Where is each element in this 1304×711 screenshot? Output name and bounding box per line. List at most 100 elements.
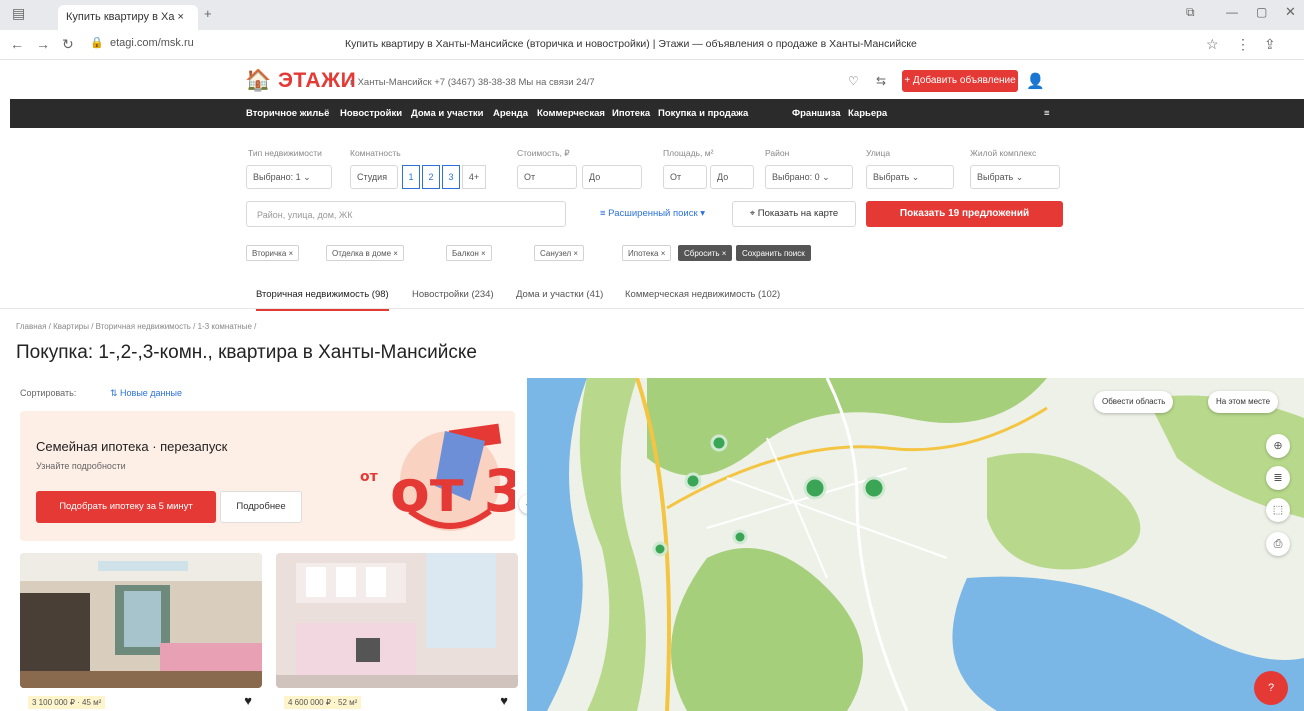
map-view[interactable] [527,378,1304,711]
reset-filters-chip[interactable]: Сбросить × [678,245,733,261]
nav-item[interactable]: Аренда [493,108,528,119]
rooms-studio[interactable]: Студия [350,165,398,189]
promo-illustration: от от 3% [360,423,515,531]
listing-card[interactable]: 3 100 000 ₽ · 45 м² ♥ [20,553,262,711]
filter-label: Жилой комплекс [970,148,1037,158]
locate-icon[interactable]: ⊕ [1266,434,1290,458]
listing-photo [276,553,518,688]
rooms-option-3[interactable]: 3 [442,165,460,189]
ruler-icon[interactable]: ⬚ [1266,498,1290,522]
listing-price: 3 100 000 ₽ · 45 м² [28,696,106,709]
promo-details-button[interactable]: Подробнее [220,491,302,523]
nav-item[interactable]: Франшиза [792,108,841,119]
minimize-icon[interactable]: — [1226,5,1238,19]
tab-title: Купить квартиру в Ха × [66,11,184,23]
here-button[interactable]: На этом месте [1208,391,1279,413]
share-icon[interactable]: ⇪ [1264,36,1276,53]
nav-item[interactable]: Покупка и продажа [658,108,748,119]
rooms-option-4plus[interactable]: 4+ [462,165,486,189]
street-select[interactable]: Выбрать ⌄ [866,165,954,189]
filter-chip[interactable]: Санузел × [534,245,585,261]
compare-icon[interactable]: ⇆ [876,74,886,88]
promo-title: Семейная ипотека · перезапуск [36,439,228,454]
listing-price: 4 600 000 ₽ · 52 м² [284,696,362,709]
nav-item[interactable]: Коммерческая [537,108,605,119]
divider [0,308,1304,309]
price-to-input[interactable]: До [582,165,642,189]
site-logo[interactable]: 🏠 ЭТАЖИ [245,69,356,93]
favorite-heart-icon[interactable]: ♥ [500,693,508,708]
reader-icon[interactable]: ⋮ [1236,36,1250,53]
draw-area-button[interactable]: Обвести область [1094,391,1174,413]
nav-item[interactable]: Новостройки [340,108,402,119]
svg-text:от: от [360,469,379,485]
logo-text: ЭТАЖИ [277,69,357,92]
promo-banner: Семейная ипотека · перезапуск Узнайте по… [20,411,515,541]
filter-label: Комнатность [350,148,401,158]
complex-select-value: Выбрать [977,172,1014,182]
page-title-bar: Купить квартиру в Ханты-Мансийске (втори… [345,38,917,50]
filter-chip[interactable]: Балкон × [446,245,492,261]
favorite-heart-icon[interactable]: ♥ [244,693,252,708]
listing-card[interactable]: 4 600 000 ₽ · 52 м² ♥ [276,553,518,711]
promo-subtitle: Узнайте подробности [36,461,126,471]
complex-select[interactable]: Выбрать ⌄ [970,165,1060,189]
price-from-input[interactable]: От [517,165,577,189]
new-tab-icon[interactable]: + [204,6,212,21]
city-info[interactable]: г. Ханты-Мансийск +7 (3467) 38-38-38 Мы … [350,77,595,88]
rooms-option-1[interactable]: 1 [402,165,420,189]
page-heading: Покупка: 1-,2-,3-комн., квартира в Ханты… [16,342,477,363]
address-search-input[interactable]: Район, улица, дом, ЖК [246,201,566,227]
filter-chip[interactable]: Вторичка × [246,245,300,261]
layers-icon[interactable]: ≣ [1266,466,1290,490]
address-url[interactable]: etagi.com/msk.ru [110,37,194,49]
back-icon[interactable]: ← [10,36,24,52]
tab-new-buildings[interactable]: Новостройки (234) [412,289,494,300]
user-avatar-icon[interactable]: 👤 [1026,72,1045,90]
area-from-input[interactable]: От [663,165,707,189]
close-icon[interactable]: ✕ [1285,4,1296,20]
rooms-option-2[interactable]: 2 [422,165,440,189]
street-select-value: Выбрать [873,172,910,182]
show-results-button[interactable]: Показать 19 предложений [866,201,1063,227]
save-search-chip[interactable]: Сохранить поиск [736,245,811,261]
forward-icon[interactable]: → [36,36,50,52]
help-chat-button[interactable]: ? [1254,671,1288,705]
favorites-icon[interactable]: ♡ [848,74,859,88]
lock-icon: 🔒 [90,37,104,49]
show-on-map-button[interactable]: ⌖ Показать на карте [732,201,856,227]
extensions-icon[interactable]: ⧉ [1186,5,1195,20]
filter-label: Стоимость, ₽ [517,148,570,158]
bookmark-icon[interactable]: ☆ [1206,36,1219,53]
refresh-icon[interactable]: ↻ [62,36,74,53]
breadcrumb[interactable]: Главная / Квартиры / Вторичная недвижимо… [16,322,256,331]
filter-chip[interactable]: Ипотека × [622,245,672,261]
sort-select[interactable]: ⇅ Новые данные [110,388,182,399]
area-to-input[interactable]: До [710,165,754,189]
nav-item[interactable]: Карьера [848,108,887,119]
filter-label: Площадь, м² [663,148,714,158]
type-select-value: Выбрано: 1 [253,172,301,182]
filter-label: Район [765,148,790,158]
maximize-icon[interactable]: ▢ [1256,5,1267,19]
mortgage-pick-button[interactable]: Подобрать ипотеку за 5 минут [36,491,216,523]
filter-chip[interactable]: Отделка в доме × [326,245,404,261]
type-select[interactable]: Выбрано: 1 ⌄ [246,165,332,189]
sort-label: Сортировать: [20,388,77,398]
extended-search-link[interactable]: ≡ Расширенный поиск ▾ [600,208,705,219]
browser-tabbar: ▤ Купить квартиру в Ха × + ⧉ — ▢ ✕ [0,0,1304,30]
district-select-value: Выбрано: 0 [772,172,820,182]
window-menu-icon[interactable]: ▤ [12,5,25,22]
district-select[interactable]: Выбрано: 0 ⌄ [765,165,853,189]
browser-addressbar: ← → ↻ 🔒 etagi.com/msk.ru Купить квартиру… [0,30,1304,60]
main-nav: Вторичное жильё Новостройки Дома и участ… [10,99,1304,128]
add-listing-button[interactable]: + Добавить объявление [902,70,1018,92]
tab-commercial[interactable]: Коммерческая недвижимость (102) [625,289,780,300]
nav-menu-icon[interactable]: ≡ [1044,108,1050,119]
nav-item[interactable]: Вторичное жильё [246,108,329,119]
browser-tab[interactable]: Купить квартиру в Ха × [58,5,198,30]
nav-item[interactable]: Ипотека [612,108,650,119]
nav-item[interactable]: Дома и участки [411,108,483,119]
tab-houses[interactable]: Дома и участки (41) [516,289,603,300]
print-icon[interactable]: ⎙ [1266,532,1290,556]
